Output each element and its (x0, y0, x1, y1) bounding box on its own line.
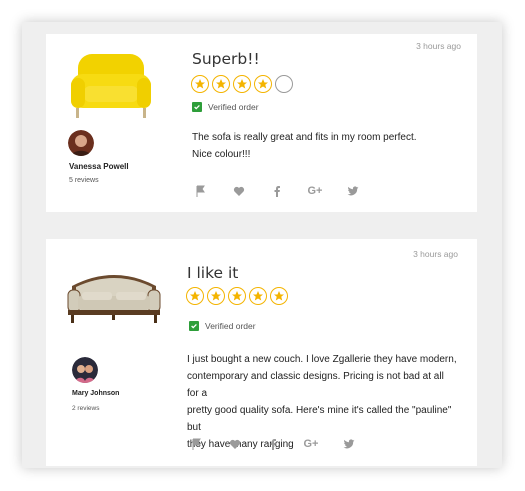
star-icon (212, 75, 230, 93)
review-actions: G+ (193, 184, 383, 198)
facebook-icon[interactable] (269, 184, 285, 198)
review-text: The sofa is really great and fits in my … (192, 129, 462, 163)
star-icon (270, 287, 288, 305)
review-card: 3 hours ago Superb!! Verified order The … (46, 34, 477, 212)
star-icon (233, 75, 251, 93)
review-line: Nice colour!!! (192, 149, 251, 160)
author-name[interactable]: Vanessa Powell (69, 162, 129, 171)
star-rating (191, 75, 293, 93)
author-name[interactable]: Mary Johnson (72, 390, 119, 397)
review-count: 5 reviews (69, 177, 99, 184)
star-icon (207, 287, 225, 305)
avatar[interactable] (72, 357, 98, 383)
review-time: 3 hours ago (413, 249, 458, 259)
flag-icon[interactable] (189, 437, 205, 451)
review-count: 2 reviews (72, 405, 100, 412)
review-line: The sofa is really great and fits in my … (192, 132, 417, 143)
star-icon (228, 287, 246, 305)
flag-icon[interactable] (193, 184, 209, 198)
review-line: pretty good quality sofa. Here's mine it… (187, 405, 452, 433)
verified-label: Verified order (208, 102, 259, 112)
verified-label: Verified order (205, 321, 256, 331)
heart-icon[interactable] (227, 437, 243, 451)
review-actions: G+ (189, 437, 379, 451)
verified-order: Verified order (189, 321, 256, 331)
avatar[interactable] (68, 130, 94, 156)
review-title: Superb!! (192, 50, 260, 68)
google-plus-icon[interactable]: G+ (307, 184, 323, 198)
check-icon (192, 102, 202, 112)
star-rating (186, 287, 288, 305)
twitter-icon[interactable] (345, 184, 361, 198)
facebook-icon[interactable] (265, 437, 281, 451)
yellow-sofa-image (66, 48, 156, 128)
verified-order: Verified order (192, 102, 259, 112)
review-time: 3 hours ago (416, 41, 461, 51)
review-line: contemporary and classic designs. Pricin… (187, 371, 444, 399)
google-plus-icon[interactable]: G+ (303, 437, 319, 451)
star-icon (249, 287, 267, 305)
star-icon (254, 75, 272, 93)
review-card: 3 hours ago I like it Verified order I j… (46, 239, 477, 466)
review-title: I like it (187, 264, 239, 282)
star-icon (186, 287, 204, 305)
check-icon (189, 321, 199, 331)
empty-star-icon (275, 75, 293, 93)
twitter-icon[interactable] (341, 437, 357, 451)
star-icon (191, 75, 209, 93)
beige-sofa-image (62, 266, 166, 329)
heart-icon[interactable] (231, 184, 247, 198)
review-line: I just bought a new couch. I love Zgalle… (187, 354, 457, 365)
